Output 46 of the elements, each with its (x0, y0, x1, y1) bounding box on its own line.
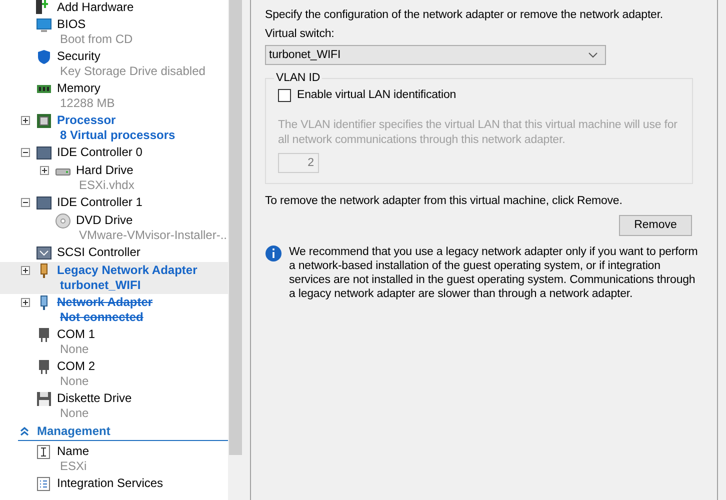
controller-icon (36, 245, 52, 261)
virtual-switch-dropdown[interactable]: turbonet_WIFI (265, 45, 606, 65)
checklist-icon (36, 476, 52, 492)
remove-text: To remove the network adapter from this virtual machine, click Remove. (265, 194, 624, 209)
chevron-down-icon (588, 52, 598, 58)
tree-item[interactable]: Add Hardware (0, 0, 228, 16)
tree-item[interactable]: IDE Controller 0 (0, 144, 228, 162)
controller-icon (36, 195, 52, 211)
info-text: We recommend that you use a legacy network adapter only if you want to perform a network-based installation of the guest operating system, or if integration services are not installed in the guest operating system. Communications through a legacy network adapter are slower than through a network adapter. (289, 245, 699, 301)
expand-icon[interactable] (40, 166, 49, 175)
tree-item[interactable]: COM 1 None (0, 326, 228, 358)
tree-item[interactable]: Integration Services (0, 475, 228, 493)
info-icon (265, 245, 282, 262)
hardware-icon (36, 0, 48, 14)
tree-item[interactable]: Processor 8 Virtual processors (0, 112, 228, 144)
tree-item[interactable]: SCSI Controller (0, 244, 228, 262)
section-header[interactable]: Management (18, 423, 228, 441)
tree-item[interactable]: IDE Controller 1 (0, 194, 228, 212)
disc-icon (55, 213, 71, 229)
tree-item[interactable]: Security Key Storage Drive disabled (0, 48, 228, 80)
group-title: VLAN ID (275, 71, 322, 86)
collapse-icon[interactable] (21, 198, 30, 207)
monitor-icon (36, 17, 52, 33)
expand-icon[interactable] (21, 298, 30, 307)
expand-icon[interactable] (21, 116, 30, 125)
shield-icon (36, 49, 52, 65)
port-connector-icon (36, 327, 52, 343)
tree-item[interactable]: Network Adapter Not connected (0, 294, 228, 326)
tree-item[interactable]: Diskette Drive None (0, 390, 228, 422)
intro-text: Specify the configuration of the network adapter or remove the network adapter. (265, 8, 664, 23)
text-cursor-icon (36, 444, 52, 460)
tree-item[interactable]: BIOS Boot from CD (0, 16, 228, 48)
tree-item[interactable]: Name ESXi (0, 443, 228, 475)
tree-item[interactable]: DVD Drive VMware-VMvisor-Installer-... (0, 212, 228, 244)
vlan-description: The VLAN identifier specifies the virtual LAN that this virtual machine will use for all network communications through this network adapter. (278, 118, 678, 148)
expand-icon[interactable] (21, 266, 30, 275)
tree-item[interactable]: Legacy Network Adapter turbonet_WIFI (0, 262, 228, 294)
tree-item[interactable]: Memory 12288 MB (0, 80, 228, 112)
field-label: Virtual switch: (265, 27, 336, 42)
chip-icon (36, 113, 52, 129)
collapse-icon[interactable] (21, 148, 30, 157)
tree-item[interactable]: Hard Drive ESXi.vhdx (0, 162, 228, 194)
port-connector-icon (36, 359, 52, 375)
remove-button[interactable]: Remove (619, 215, 692, 236)
tree-item[interactable]: COM 2 None (0, 358, 228, 390)
controller-icon (36, 145, 52, 161)
